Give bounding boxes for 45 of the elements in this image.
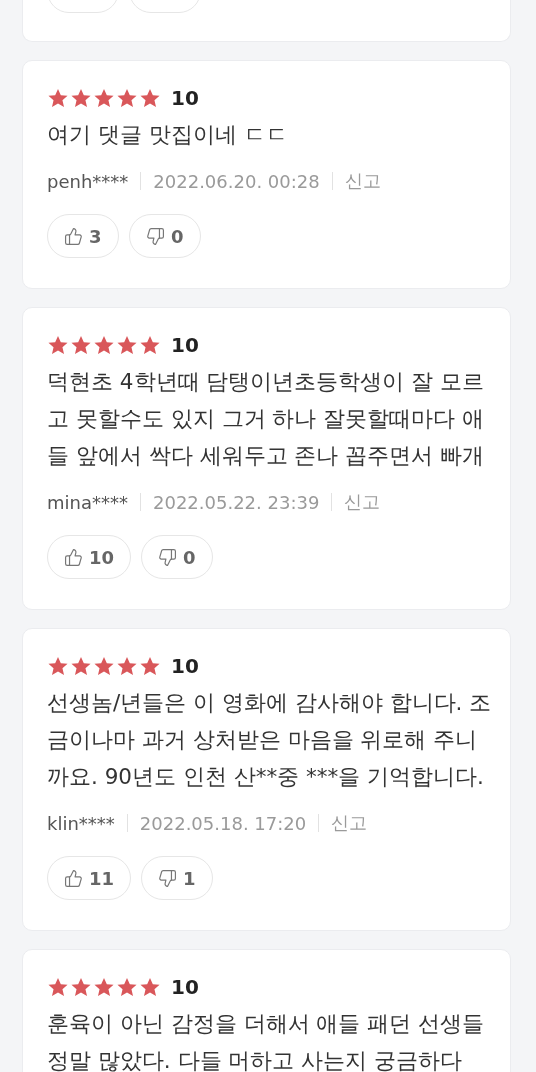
star-icon [116,88,138,108]
star-icon [70,977,92,997]
rating-score: 10 [171,86,199,110]
star-icon [47,88,69,108]
star-icon [47,656,69,676]
thumbs-down-icon [158,547,178,567]
star-icon [139,88,161,108]
star-icon [139,656,161,676]
review-date: 2022.06.20. 00:28 [153,170,320,192]
thumbs-down-icon [158,868,178,888]
star-icon [93,88,115,108]
star-icon [116,656,138,676]
star-icon [139,335,161,355]
thumbs-down-icon [146,226,165,246]
rating-score: 10 [171,654,199,678]
thumbs-up-icon [64,547,83,567]
author-name: klin**** [47,812,115,834]
author-name: penh**** [47,170,129,192]
author-name: mina**** [47,491,128,513]
like-button[interactable]: 10 [47,535,132,579]
star-icon [116,977,138,997]
star-icon [139,977,161,997]
rating-score: 10 [171,333,199,357]
star-icon [70,88,92,108]
review-text: 여기 댓글 맛집이네 ㄷㄷ [47,121,289,149]
review-date: 2022.05.22. 23:39 [153,491,320,513]
dislike-button[interactable]: 1 [141,856,214,900]
dislike-button[interactable]: 0 [129,214,201,258]
star-icon [93,335,115,355]
rating-score: 10 [171,975,199,999]
like-button[interactable]: 3 [47,214,119,258]
dislike-button[interactable]: 0 [141,535,214,579]
review-text: 덕현초 4학년때 담탱이년초등학생이 잘 모르 고 못할수도 있지 그거 하나 잘못할때마다 애 들 앞에서 싹다 세워두고 존나 꼽주면서 빠개 [47,368,486,470]
star-icon [70,335,92,355]
review-date: 2022.05.18. 17:20 [139,812,307,834]
thumbs-up-icon [64,868,83,888]
star-icon [47,335,69,355]
star-icon [93,656,115,676]
review-text: 훈육이 아닌 감정을 더해서 애들 패던 선생들 정말 많았다. 다들 머하고 사는지 궁금하다 [47,1010,485,1072]
star-icon [70,656,92,676]
star-icon [93,977,115,997]
thumbs-up-icon [64,226,83,246]
like-button[interactable]: 11 [47,856,132,900]
star-icon [116,335,138,355]
star-icon [47,977,69,997]
